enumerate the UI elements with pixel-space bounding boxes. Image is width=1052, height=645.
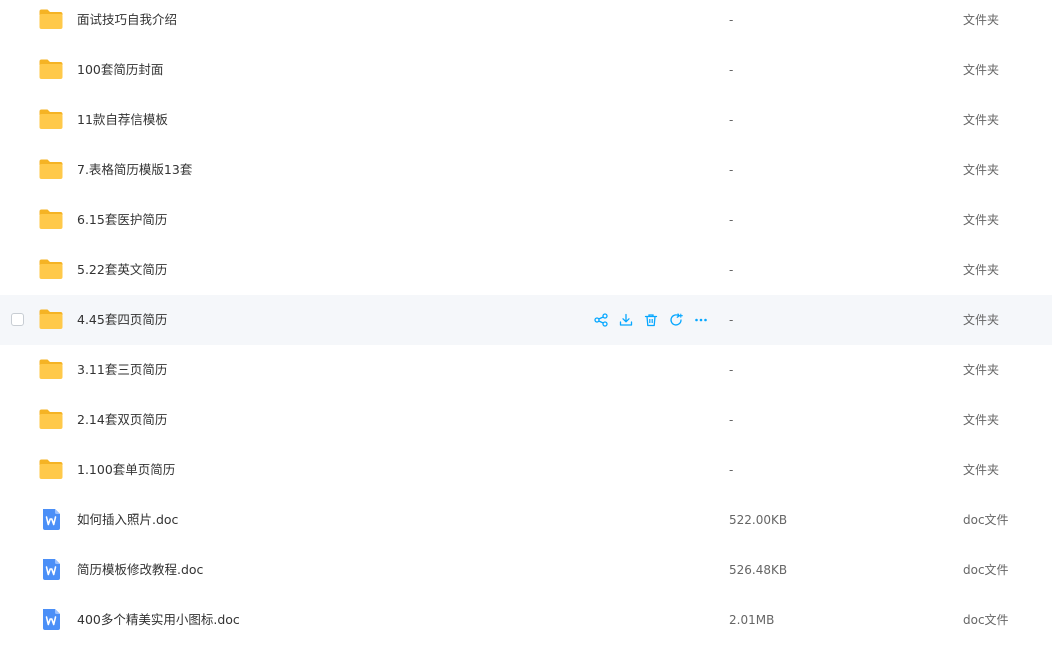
folder-icon[interactable] bbox=[38, 456, 64, 482]
word-doc-icon[interactable] bbox=[38, 606, 64, 632]
file-name[interactable]: 6.15套医护简历 bbox=[77, 195, 167, 245]
file-name[interactable]: 简历模板修改教程.doc bbox=[77, 545, 203, 595]
file-name[interactable]: 400多个精美实用小图标.doc bbox=[77, 595, 240, 645]
row-checkbox[interactable] bbox=[11, 313, 24, 326]
file-type: 文件夹 bbox=[963, 13, 1000, 27]
file-type: 文件夹 bbox=[963, 213, 1000, 227]
file-row[interactable]: 如何插入照片.doc 522.00KB doc文件 bbox=[0, 495, 1052, 545]
file-name[interactable]: 3.11套三页简历 bbox=[77, 345, 167, 395]
file-size: 2.01MB bbox=[729, 613, 775, 627]
file-name[interactable]: 如何插入照片.doc bbox=[77, 495, 178, 545]
folder-icon[interactable] bbox=[38, 256, 64, 282]
file-type: 文件夹 bbox=[963, 63, 1000, 77]
file-size: - bbox=[729, 463, 734, 477]
file-row[interactable]: 面试技巧自我介绍 - 文件夹 bbox=[0, 0, 1052, 45]
file-name[interactable]: 11款自荐信模板 bbox=[77, 95, 168, 145]
file-size: - bbox=[729, 113, 734, 127]
file-size: - bbox=[729, 163, 734, 177]
file-list: 面试技巧自我介绍 - 文件夹 100套简历封面 - 文件夹 11款自荐信模板 - 文件夹 7… bbox=[0, 0, 1052, 645]
more-button[interactable] bbox=[692, 311, 710, 329]
row-actions bbox=[592, 311, 710, 329]
file-row[interactable]: 3.11套三页简历 - 文件夹 bbox=[0, 345, 1052, 395]
file-row[interactable]: 7.表格简历模版13套 - 文件夹 bbox=[0, 145, 1052, 195]
file-name[interactable]: 1.100套单页简历 bbox=[77, 445, 175, 495]
file-type: 文件夹 bbox=[963, 313, 1000, 327]
folder-icon[interactable] bbox=[38, 156, 64, 182]
file-row[interactable]: 2.14套双页简历 - 文件夹 bbox=[0, 395, 1052, 445]
more-icon bbox=[694, 313, 708, 327]
file-type: 文件夹 bbox=[963, 163, 1000, 177]
folder-icon[interactable] bbox=[38, 56, 64, 82]
file-size: - bbox=[729, 63, 734, 77]
download-icon bbox=[619, 313, 633, 327]
file-row[interactable]: 11款自荐信模板 - 文件夹 bbox=[0, 95, 1052, 145]
file-size: - bbox=[729, 263, 734, 277]
file-name[interactable]: 面试技巧自我介绍 bbox=[77, 0, 177, 45]
folder-icon[interactable] bbox=[38, 306, 64, 332]
file-size: - bbox=[729, 413, 734, 427]
word-doc-icon[interactable] bbox=[38, 506, 64, 532]
download-button[interactable] bbox=[617, 311, 635, 329]
file-size: 526.48KB bbox=[729, 563, 788, 577]
share-button[interactable] bbox=[592, 311, 610, 329]
file-type: 文件夹 bbox=[963, 363, 1000, 377]
share-icon bbox=[594, 313, 608, 327]
file-name[interactable]: 100套简历封面 bbox=[77, 45, 163, 95]
file-type: 文件夹 bbox=[963, 463, 1000, 477]
file-type: doc文件 bbox=[963, 563, 1009, 577]
file-type: 文件夹 bbox=[963, 413, 1000, 427]
file-name[interactable]: 2.14套双页简历 bbox=[77, 395, 167, 445]
file-row[interactable]: 简历模板修改教程.doc 526.48KB doc文件 bbox=[0, 545, 1052, 595]
file-row[interactable]: 100套简历封面 - 文件夹 bbox=[0, 45, 1052, 95]
file-name[interactable]: 7.表格简历模版13套 bbox=[77, 145, 192, 195]
file-row[interactable]: 1.100套单页简历 - 文件夹 bbox=[0, 445, 1052, 495]
file-name[interactable]: 5.22套英文简历 bbox=[77, 245, 167, 295]
word-doc-icon[interactable] bbox=[38, 556, 64, 582]
file-row[interactable]: 6.15套医护简历 - 文件夹 bbox=[0, 195, 1052, 245]
folder-icon[interactable] bbox=[38, 356, 64, 382]
folder-icon[interactable] bbox=[38, 106, 64, 132]
file-type: 文件夹 bbox=[963, 113, 1000, 127]
file-row[interactable]: 400多个精美实用小图标.doc 2.01MB doc文件 bbox=[0, 595, 1052, 645]
move-button[interactable] bbox=[667, 311, 685, 329]
file-size: - bbox=[729, 13, 734, 27]
file-size: 522.00KB bbox=[729, 513, 788, 527]
folder-icon[interactable] bbox=[38, 406, 64, 432]
file-type: doc文件 bbox=[963, 513, 1009, 527]
file-row[interactable]: 4.45套四页简历 - 文件夹 bbox=[0, 295, 1052, 345]
delete-button[interactable] bbox=[642, 311, 660, 329]
move-icon bbox=[669, 313, 683, 327]
delete-icon bbox=[644, 313, 658, 327]
file-type: doc文件 bbox=[963, 613, 1009, 627]
file-type: 文件夹 bbox=[963, 263, 1000, 277]
folder-icon[interactable] bbox=[38, 206, 64, 232]
file-row[interactable]: 5.22套英文简历 - 文件夹 bbox=[0, 245, 1052, 295]
file-size: - bbox=[729, 363, 734, 377]
folder-icon[interactable] bbox=[38, 6, 64, 32]
file-size: - bbox=[729, 213, 734, 227]
file-size: - bbox=[729, 313, 734, 327]
file-name[interactable]: 4.45套四页简历 bbox=[77, 295, 167, 345]
